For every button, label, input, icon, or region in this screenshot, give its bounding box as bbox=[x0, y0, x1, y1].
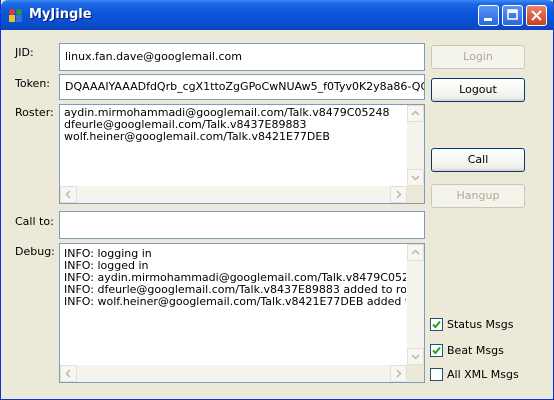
roster-items: aydin.mirmohammadi@googlemail.com/Talk.v… bbox=[64, 107, 406, 143]
app-logo-icon bbox=[9, 9, 22, 22]
status-msgs-box[interactable] bbox=[430, 318, 443, 331]
close-icon bbox=[531, 10, 542, 21]
hangup-button[interactable]: Hangup bbox=[431, 184, 525, 208]
scroll-right-button[interactable] bbox=[390, 186, 407, 203]
scroll-down-button[interactable] bbox=[407, 169, 424, 186]
scroll-left-button[interactable] bbox=[60, 365, 77, 382]
jid-label: JID: bbox=[15, 46, 34, 59]
chevron-up-icon bbox=[411, 110, 420, 116]
token-label: Token: bbox=[15, 77, 51, 90]
debug-vertical-scrollbar[interactable] bbox=[407, 244, 424, 365]
maximize-button[interactable] bbox=[502, 5, 523, 26]
all-xml-msgs-label: All XML Msgs bbox=[447, 368, 519, 381]
chevron-left-icon bbox=[65, 190, 71, 199]
all-xml-msgs-box[interactable] bbox=[430, 368, 443, 381]
close-button[interactable] bbox=[526, 5, 547, 26]
roster-vertical-scrollbar[interactable] bbox=[407, 105, 424, 186]
chevron-right-icon bbox=[396, 190, 402, 199]
app-window: MyJingle JID: linux.fan.dave@googlemail.… bbox=[0, 0, 554, 400]
checkmark-icon bbox=[432, 320, 441, 329]
all-xml-msgs-checkbox[interactable]: All XML Msgs bbox=[430, 368, 540, 383]
logout-button[interactable]: Logout bbox=[431, 78, 525, 102]
title-bar[interactable]: MyJingle bbox=[1, 0, 554, 30]
debug-line: INFO: wolf.heiner@googlemail.com/Talk.v8… bbox=[64, 295, 406, 308]
debug-log[interactable]: INFO: logging in INFO: logged in INFO: a… bbox=[59, 243, 425, 383]
beat-msgs-box[interactable] bbox=[430, 344, 443, 357]
minimize-button[interactable] bbox=[478, 5, 499, 26]
jid-input[interactable]: linux.fan.dave@googlemail.com bbox=[59, 43, 425, 71]
window-title: MyJingle bbox=[29, 7, 92, 22]
maximize-icon bbox=[507, 9, 518, 20]
scroll-corner bbox=[407, 365, 424, 382]
status-msgs-label: Status Msgs bbox=[447, 318, 514, 331]
scroll-corner bbox=[407, 186, 424, 203]
minimize-icon bbox=[484, 18, 492, 21]
scroll-down-button[interactable] bbox=[407, 348, 424, 365]
debug-lines: INFO: logging in INFO: logged in INFO: a… bbox=[64, 248, 406, 308]
scroll-right-button[interactable] bbox=[390, 365, 407, 382]
beat-msgs-checkbox[interactable]: Beat Msgs bbox=[430, 344, 540, 359]
chevron-down-icon bbox=[411, 175, 420, 181]
scroll-left-button[interactable] bbox=[60, 186, 77, 203]
token-input[interactable]: DQAAAIYAAADfdQrb_cgX1ttoZgGPoCwNUAw5_f0T… bbox=[59, 74, 425, 100]
beat-msgs-label: Beat Msgs bbox=[447, 344, 504, 357]
chevron-down-icon bbox=[411, 354, 420, 360]
callto-label: Call to: bbox=[15, 215, 54, 228]
call-button[interactable]: Call bbox=[431, 148, 525, 172]
roster-label: Roster: bbox=[15, 106, 54, 119]
chevron-up-icon bbox=[411, 249, 420, 255]
chevron-left-icon bbox=[65, 369, 71, 378]
roster-horizontal-scrollbar[interactable] bbox=[60, 186, 407, 203]
debug-label: Debug: bbox=[15, 245, 55, 258]
callto-input[interactable] bbox=[59, 211, 425, 239]
roster-item[interactable]: wolf.heiner@googlemail.com/Talk.v8421E77… bbox=[64, 131, 406, 143]
debug-horizontal-scrollbar[interactable] bbox=[60, 365, 407, 382]
checkmark-icon bbox=[432, 346, 441, 355]
scroll-up-button[interactable] bbox=[407, 105, 424, 122]
chevron-right-icon bbox=[396, 369, 402, 378]
roster-list[interactable]: aydin.mirmohammadi@googlemail.com/Talk.v… bbox=[59, 104, 425, 204]
status-msgs-checkbox[interactable]: Status Msgs bbox=[430, 318, 540, 333]
scroll-up-button[interactable] bbox=[407, 244, 424, 261]
login-button[interactable]: Login bbox=[431, 45, 525, 69]
